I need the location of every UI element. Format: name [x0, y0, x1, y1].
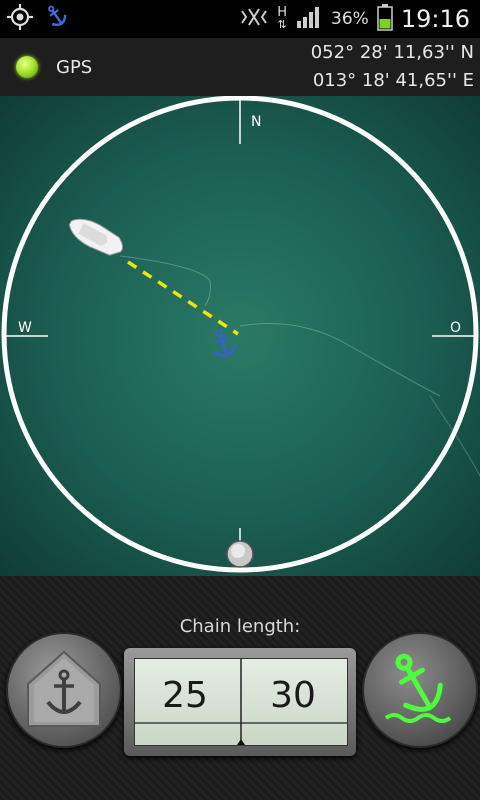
- battery-percent: 36%: [331, 9, 369, 29]
- gps-status-led: [16, 56, 38, 78]
- vibrate-icon: [239, 5, 269, 33]
- home-anchor-icon: [27, 650, 101, 727]
- gps-header: GPS 052° 28' 11,63'' N 013° 18' 41,65'' …: [0, 38, 480, 96]
- active-anchor-icon: [384, 653, 452, 723]
- battery-icon: [377, 3, 393, 35]
- home-anchor-button[interactable]: [6, 632, 122, 748]
- anchor-icon: [213, 328, 237, 357]
- chain-counter-face: 25 30: [134, 658, 348, 746]
- chain-line: [127, 260, 239, 336]
- signal-icon: [295, 5, 323, 33]
- north-label: N: [251, 114, 261, 130]
- compass-ring: [1, 95, 479, 573]
- anchor-notification-icon: [42, 3, 72, 35]
- gps-label: GPS: [56, 56, 93, 78]
- east-label: O: [450, 320, 461, 336]
- network-h-icon: H ⇅: [277, 5, 288, 31]
- status-bar: H ⇅ 36% 19:16: [0, 0, 480, 38]
- coordinates: 052° 28' 11,63'' N 013° 18' 41,65'' E: [311, 39, 480, 95]
- west-label: W: [18, 320, 32, 336]
- chain-length-right[interactable]: 30: [243, 675, 343, 716]
- longitude: 013° 18' 41,65'' E: [312, 70, 474, 91]
- chain-length-left[interactable]: 25: [135, 675, 235, 716]
- clock: 19:16: [400, 5, 470, 33]
- compass-knob: [226, 540, 254, 568]
- gps-icon: [6, 3, 34, 35]
- compass-overlay: N W O: [1, 95, 480, 573]
- latitude: 052° 28' 11,63'' N: [310, 42, 474, 63]
- boat-icon: [68, 218, 123, 256]
- set-anchor-button[interactable]: [362, 632, 478, 748]
- map-view[interactable]: N W O: [0, 95, 480, 576]
- chain-length-display[interactable]: 25 30: [124, 648, 356, 756]
